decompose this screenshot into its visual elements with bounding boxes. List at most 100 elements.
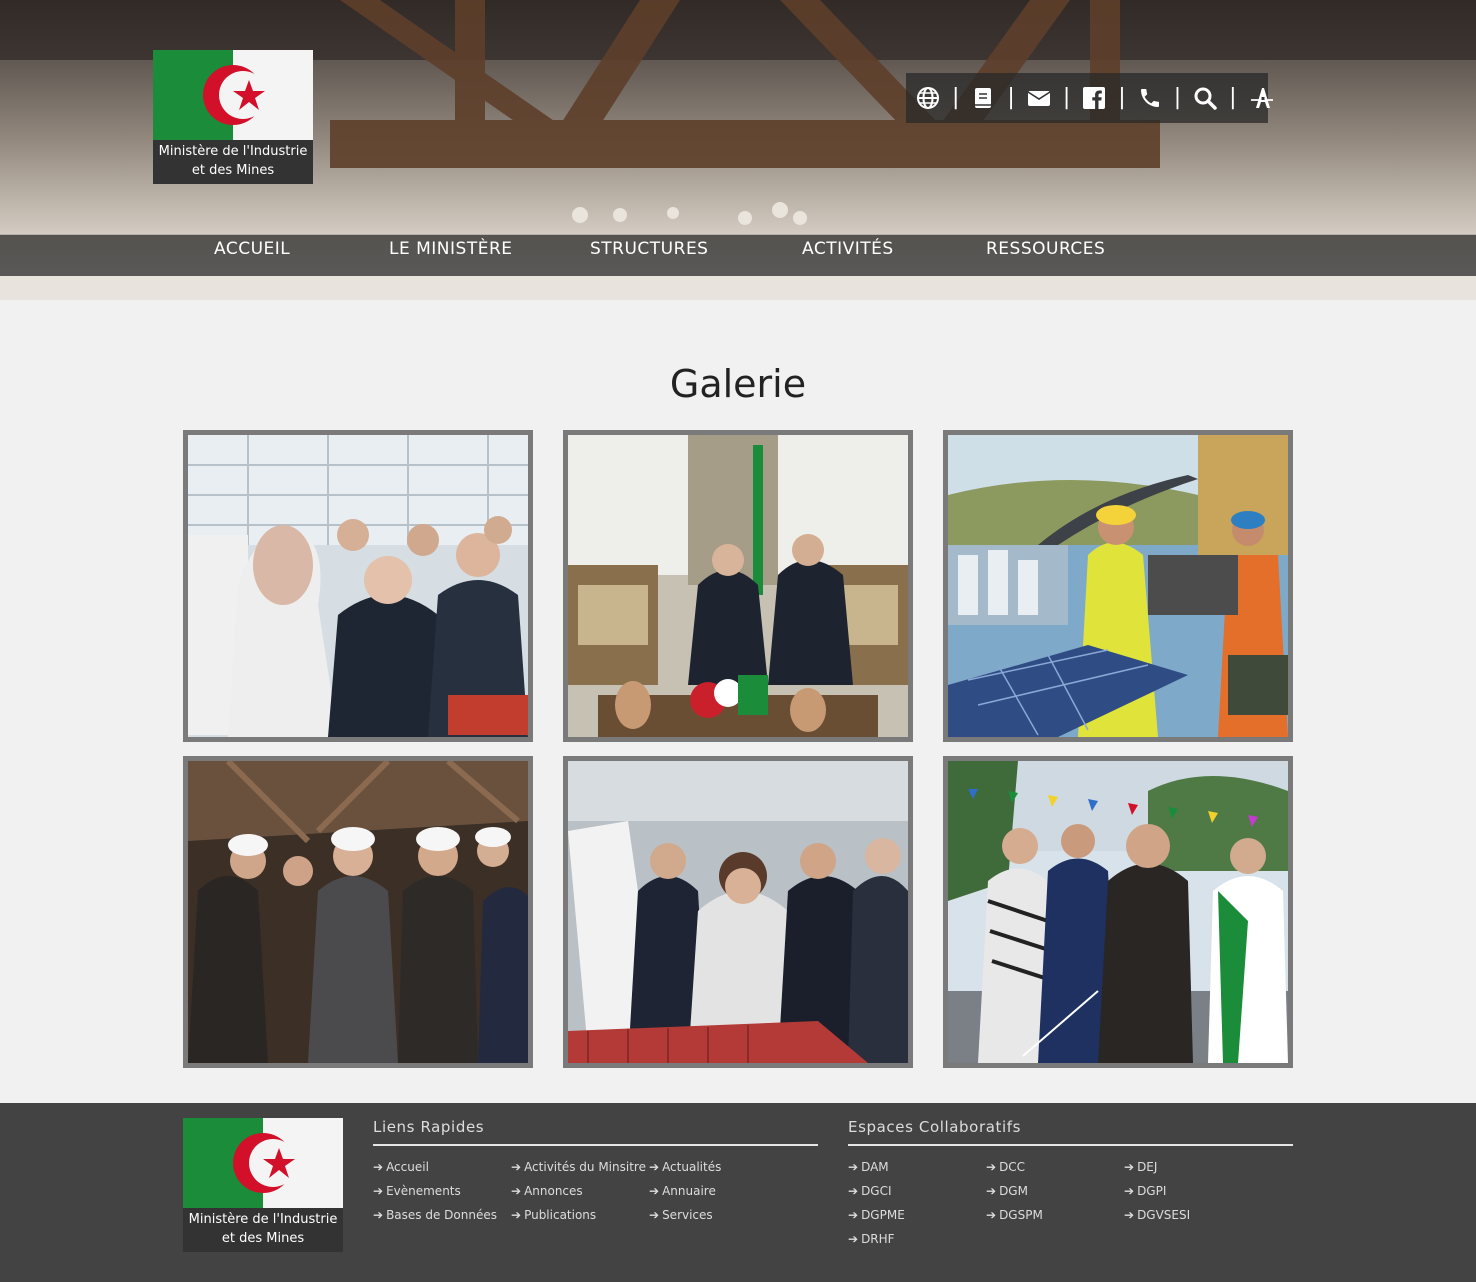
- utility-toolbar: | | | | | |: [906, 73, 1273, 123]
- quick-link-services[interactable]: ➔ Services: [649, 1207, 713, 1223]
- toolbar-separator: |: [1007, 85, 1015, 110]
- quick-link-annonces[interactable]: ➔ Annonces: [511, 1183, 583, 1199]
- nav-le-ministere[interactable]: LE MINISTÈRE: [389, 235, 513, 277]
- ministry-name-line2: et des Mines: [191, 163, 275, 178]
- collab-link-label: DGSPM: [999, 1208, 1043, 1222]
- footer-ministry-name: Ministère de l'Industrie et des Mines: [183, 1210, 343, 1248]
- facebook-icon[interactable]: [1082, 85, 1106, 111]
- gallery-item-plant-tour[interactable]: [183, 756, 533, 1068]
- search-icon[interactable]: [1193, 85, 1217, 111]
- quick-link-label: Publications: [524, 1208, 597, 1222]
- gallery-item-factory-visit[interactable]: [183, 430, 533, 742]
- nav-accueil[interactable]: ACCUEIL: [214, 235, 290, 277]
- collab-link-label: DGPME: [861, 1208, 905, 1222]
- gallery-item-industry-collage[interactable]: [943, 430, 1293, 742]
- quick-link-evenements[interactable]: ➔ Evènements: [373, 1183, 461, 1199]
- arrow-right-icon: ➔: [1124, 1184, 1135, 1198]
- algeria-flag-icon: [183, 1118, 343, 1208]
- arrow-right-icon: ➔: [848, 1208, 859, 1222]
- arrow-right-icon: ➔: [1124, 1208, 1135, 1222]
- footer-ministry-logo[interactable]: Ministère de l'Industrie et des Mines: [183, 1118, 343, 1252]
- arrow-right-icon: ➔: [511, 1160, 522, 1174]
- collab-link-label: DCC: [999, 1160, 1026, 1174]
- arrow-right-icon: ➔: [373, 1208, 384, 1222]
- collab-link-dej[interactable]: ➔ DEJ: [1124, 1159, 1157, 1175]
- arrow-right-icon: ➔: [986, 1184, 997, 1198]
- quick-link-publications[interactable]: ➔ Publications: [511, 1207, 596, 1223]
- arrow-right-icon: ➔: [986, 1160, 997, 1174]
- ministry-name: Ministère de l'Industrie et des Mines: [153, 142, 313, 180]
- footer-ministry-name-line1: Ministère de l'Industrie: [188, 1212, 338, 1227]
- algeria-flag-icon: [153, 50, 313, 140]
- nav-ressources[interactable]: RESSOURCES: [986, 235, 1105, 277]
- arrow-right-icon: ➔: [848, 1232, 859, 1246]
- envelope-icon[interactable]: [1027, 85, 1051, 111]
- gallery-item-outdoor-event[interactable]: [943, 756, 1293, 1068]
- quick-links-section: Liens Rapides ➔ Accueil ➔ Activités du Min…: [373, 1118, 818, 1222]
- nav-structures[interactable]: STRUCTURES: [590, 235, 708, 277]
- plant-tour-photo: [188, 761, 528, 1063]
- collab-link-dgci[interactable]: ➔ DGCI: [848, 1183, 892, 1199]
- arrow-right-icon: ➔: [511, 1184, 522, 1198]
- quick-links-title: Liens Rapides: [373, 1118, 818, 1146]
- collab-link-dgm[interactable]: ➔ DGM: [986, 1183, 1028, 1199]
- quick-link-accueil[interactable]: ➔ Accueil: [373, 1159, 429, 1175]
- quick-link-activites-ministre[interactable]: ➔ Activités du Minsitre: [511, 1159, 646, 1175]
- quick-link-label: Bases de Données: [386, 1208, 497, 1222]
- collab-link-label: DGPI: [1137, 1184, 1167, 1198]
- arrow-right-icon: ➔: [373, 1184, 384, 1198]
- gallery-title: Galerie: [669, 362, 807, 406]
- collab-spaces-section: Espaces Collaboratifs ➔ DAM ➔ DCC ➔ DEJ ➔ DG…: [848, 1118, 1293, 1246]
- hero-banner: Ministère de l'Industrie et des Mines | …: [0, 0, 1476, 300]
- nav-activites[interactable]: ACTIVITÉS: [802, 235, 894, 277]
- arrow-right-icon: ➔: [1124, 1160, 1135, 1174]
- quick-link-annuaire[interactable]: ➔ Annuaire: [649, 1183, 716, 1199]
- main-navbar: ACCUEIL LE MINISTÈRE STRUCTURES ACTIVITÉ…: [0, 234, 1476, 276]
- quick-link-label: Annuaire: [662, 1184, 716, 1198]
- arrow-right-icon: ➔: [986, 1208, 997, 1222]
- photo-gallery: [183, 430, 1293, 1068]
- quick-link-label: Actualités: [662, 1160, 722, 1174]
- workshop-presentation-photo: [568, 761, 908, 1063]
- site-footer: Ministère de l'Industrie et des Mines Li…: [0, 1103, 1476, 1282]
- arrow-right-icon: ➔: [649, 1208, 660, 1222]
- gallery-item-workshop-presentation[interactable]: [563, 756, 913, 1068]
- globe-icon[interactable]: [916, 85, 940, 111]
- collab-link-dgpme[interactable]: ➔ DGPME: [848, 1207, 905, 1223]
- arrow-right-icon: ➔: [649, 1160, 660, 1174]
- arrow-right-icon: ➔: [373, 1160, 384, 1174]
- quick-link-label: Accueil: [386, 1160, 429, 1174]
- book-icon[interactable]: [971, 85, 995, 111]
- collab-link-dgpi[interactable]: ➔ DGPI: [1124, 1183, 1166, 1199]
- ministry-name-line1: Ministère de l'Industrie: [158, 144, 308, 159]
- phone-icon[interactable]: [1138, 85, 1162, 111]
- ministry-logo[interactable]: Ministère de l'Industrie et des Mines: [153, 50, 313, 184]
- collab-link-label: DEJ: [1137, 1160, 1158, 1174]
- factory-visit-photo: [188, 435, 528, 737]
- outdoor-event-photo: [948, 761, 1288, 1063]
- collab-link-label: DRHF: [861, 1232, 895, 1246]
- collab-link-label: DGVSESI: [1137, 1208, 1191, 1222]
- official-meeting-photo: [568, 435, 908, 737]
- quick-link-label: Annonces: [524, 1184, 583, 1198]
- collab-spaces-title: Espaces Collaboratifs: [848, 1118, 1293, 1146]
- arrow-right-icon: ➔: [649, 1184, 660, 1198]
- toolbar-separator: |: [1062, 85, 1071, 110]
- gallery-item-official-meeting[interactable]: [563, 430, 913, 742]
- collab-link-dcc[interactable]: ➔ DCC: [986, 1159, 1025, 1175]
- collab-link-dgspm[interactable]: ➔ DGSPM: [986, 1207, 1043, 1223]
- collab-link-dam[interactable]: ➔ DAM: [848, 1159, 889, 1175]
- collab-link-label: DAM: [861, 1160, 889, 1174]
- accessibility-icon[interactable]: [1249, 85, 1275, 111]
- collab-link-drhf[interactable]: ➔ DRHF: [848, 1231, 895, 1247]
- arrow-right-icon: ➔: [848, 1184, 859, 1198]
- toolbar-separator: |: [952, 85, 960, 110]
- collab-link-dgvsesi[interactable]: ➔ DGVSESI: [1124, 1207, 1190, 1223]
- toolbar-separator: |: [1229, 85, 1237, 110]
- arrow-right-icon: ➔: [848, 1160, 859, 1174]
- quick-link-label: Evènements: [386, 1184, 461, 1198]
- arrow-right-icon: ➔: [511, 1208, 522, 1222]
- quick-link-actualites[interactable]: ➔ Actualités: [649, 1159, 721, 1175]
- quick-link-bases-de-donnees[interactable]: ➔ Bases de Données: [373, 1207, 497, 1223]
- collab-link-label: DGM: [999, 1184, 1028, 1198]
